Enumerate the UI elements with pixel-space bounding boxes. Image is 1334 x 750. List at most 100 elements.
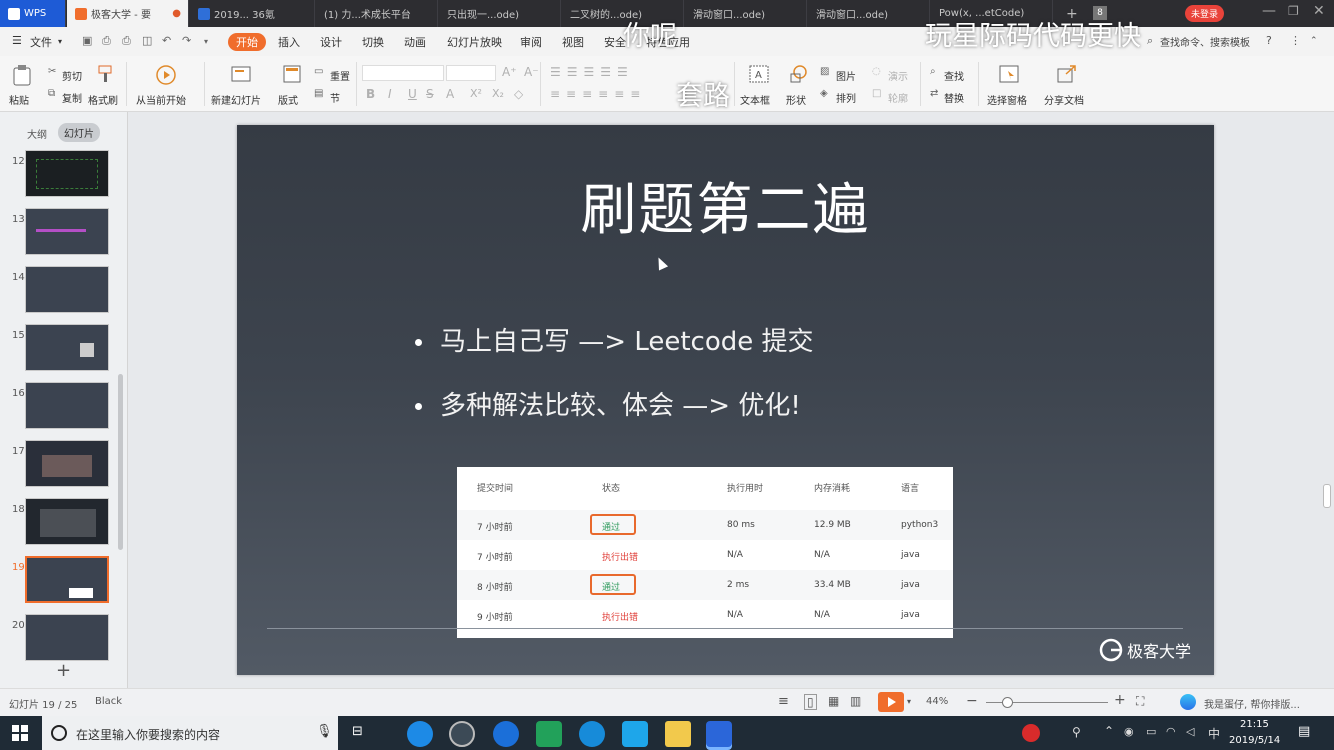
new-slide-button[interactable]: 新建幻灯片: [211, 92, 261, 107]
tab-web[interactable]: 滑动窗口...ode): [808, 0, 930, 27]
layout-button[interactable]: 版式: [278, 92, 298, 107]
font-color-icon[interactable]: A: [446, 87, 454, 101]
undo-icon[interactable]: ↶: [162, 34, 171, 47]
minimize-icon[interactable]: —: [1262, 3, 1276, 19]
decrease-font-icon[interactable]: A⁻: [524, 65, 539, 79]
wifi-icon[interactable]: ◠: [1166, 725, 1176, 738]
find-button[interactable]: 查找: [944, 68, 964, 83]
increase-font-icon[interactable]: A⁺: [502, 65, 517, 79]
print-icon[interactable]: ⎙: [122, 34, 131, 48]
assistant-avatar-icon[interactable]: [1180, 694, 1196, 710]
notes-icon[interactable]: ≡: [778, 694, 789, 709]
command-search-input[interactable]: 查找命令、搜索模板: [1160, 34, 1250, 49]
menu-file[interactable]: 文件: [30, 34, 52, 50]
normal-view-icon[interactable]: ▯: [804, 694, 817, 710]
qq-browser-icon[interactable]: [407, 721, 433, 747]
menu-insert[interactable]: 插入: [278, 34, 300, 50]
menu-start[interactable]: 开始: [228, 33, 266, 51]
copy-button[interactable]: 复制: [62, 90, 82, 105]
submission-table-image[interactable]: 提交时间 状态 执行用时 内存消耗 语言 7 小时前 通过 80 ms 12.9…: [457, 467, 953, 638]
cloud-drive-icon[interactable]: [622, 721, 648, 747]
reading-view-icon[interactable]: ▥: [850, 694, 861, 708]
file-explorer-icon[interactable]: [665, 721, 691, 747]
slide-title[interactable]: 刷题第二遍: [237, 165, 1214, 246]
microphone-icon[interactable]: 🎙: [316, 724, 333, 739]
slide-thumbnail-13[interactable]: [25, 208, 109, 255]
pycharm-icon[interactable]: [536, 721, 562, 747]
slide-canvas[interactable]: 刷题第二遍 马上自己写 —> Leetcode 提交 多种解法比较、体会 —> …: [237, 125, 1214, 675]
menu-design[interactable]: 设计: [320, 34, 342, 50]
style-button[interactable]: 演示: [888, 68, 908, 83]
shape-button[interactable]: 形状: [786, 92, 806, 107]
customize-chevron-icon[interactable]: ▾: [204, 37, 208, 46]
tray-icon[interactable]: ▭: [1146, 725, 1156, 738]
paste-icon[interactable]: [12, 64, 32, 86]
tab-doc[interactable]: 2019... 36氪: [190, 0, 315, 27]
more-icon[interactable]: ⋮: [1290, 34, 1301, 47]
subscript-icon[interactable]: X₂: [492, 87, 504, 100]
tab-close-icon[interactable]: ●: [172, 8, 181, 19]
textbox-button[interactable]: 文本框: [740, 92, 770, 107]
slide-thumbnail-20[interactable]: [25, 614, 109, 661]
slide-thumbnail-16[interactable]: [25, 382, 109, 429]
wps-taskbar-icon[interactable]: [706, 721, 732, 747]
play-slideshow-button[interactable]: [878, 692, 904, 712]
italic-icon[interactable]: I: [388, 87, 392, 101]
font-family-select[interactable]: [362, 65, 444, 81]
share-document-button[interactable]: 分享文档: [1044, 92, 1084, 107]
zoom-in-icon[interactable]: +: [1114, 692, 1126, 708]
slide-thumbnail-17[interactable]: [25, 440, 109, 487]
superscript-icon[interactable]: X²: [470, 87, 482, 100]
taskbar-search-box[interactable]: 在这里输入你要搜索的内容 🎙: [42, 716, 338, 750]
assistant-text[interactable]: 我是蛋仔, 帮你排版...: [1204, 696, 1300, 711]
cut-button[interactable]: 剪切: [62, 68, 82, 83]
reset-button[interactable]: 重置: [330, 68, 350, 83]
font-size-select[interactable]: [446, 65, 496, 81]
format-painter-button[interactable]: 格式刷: [88, 92, 118, 107]
slide-thumbnail-19-selected[interactable]: [25, 556, 109, 603]
tab-web[interactable]: (1) 力...术成长平台: [316, 0, 438, 27]
alignment-tools-icon[interactable]: ≡≡≡≡≡≡: [550, 87, 646, 101]
slides-tab[interactable]: 幻灯片: [58, 123, 100, 142]
wechat-tray-icon[interactable]: ◉: [1124, 725, 1134, 738]
baidu-netdisk-icon[interactable]: [493, 721, 519, 747]
save-icon[interactable]: ▣: [82, 34, 92, 47]
hamburger-icon[interactable]: ☰: [12, 34, 22, 47]
menu-transition[interactable]: 切换: [362, 34, 384, 50]
clock-time[interactable]: 21:15: [1240, 719, 1269, 730]
clock-date[interactable]: 2019/5/14: [1229, 735, 1280, 746]
export-icon[interactable]: ⎙: [102, 34, 111, 48]
menu-slideshow[interactable]: 幻灯片放映: [447, 34, 502, 50]
plus-icon[interactable]: +: [56, 660, 71, 681]
volume-icon[interactable]: ◁: [1186, 725, 1194, 738]
outline-button[interactable]: 轮廓: [888, 90, 908, 105]
panel-scrollbar[interactable]: [118, 374, 123, 550]
bold-icon[interactable]: B: [366, 87, 375, 101]
bullet-item[interactable]: 多种解法比较、体会 —> 优化!: [415, 385, 801, 422]
underline-icon[interactable]: U: [408, 87, 417, 101]
chevron-down-icon[interactable]: ▾: [58, 37, 62, 46]
tab-web[interactable]: 滑动窗口...ode): [685, 0, 807, 27]
paragraph-tools-icon[interactable]: ☰☰☰☰☰: [550, 65, 634, 79]
slide-sorter-icon[interactable]: ▦: [828, 694, 839, 708]
replace-button[interactable]: 替换: [944, 90, 964, 105]
ime-indicator[interactable]: 中: [1208, 725, 1220, 742]
arrange-button[interactable]: 排列: [836, 90, 856, 105]
slide-thumbnail-12[interactable]: [25, 150, 109, 197]
preview-icon[interactable]: ◫: [142, 34, 152, 47]
chevron-down-icon[interactable]: ▾: [907, 697, 911, 706]
help-icon[interactable]: ?: [1266, 34, 1272, 47]
tray-app-icon[interactable]: [1022, 724, 1040, 742]
outline-tab[interactable]: 大纲: [27, 126, 47, 141]
redo-icon[interactable]: ↷: [182, 34, 191, 47]
fit-window-icon[interactable]: ⛶: [1136, 694, 1144, 709]
collapse-ribbon-icon[interactable]: ⌃: [1310, 36, 1318, 46]
app-icon[interactable]: [579, 721, 605, 747]
right-scroll-handle[interactable]: [1323, 484, 1331, 508]
close-window-icon[interactable]: ✕: [1313, 3, 1325, 19]
restore-icon[interactable]: ❐: [1288, 4, 1299, 18]
menu-animation[interactable]: 动画: [404, 34, 426, 50]
tab-active-presentation[interactable]: 极客大学 - 要 ●: [67, 0, 189, 27]
app-icon[interactable]: [449, 721, 475, 747]
menu-review[interactable]: 审阅: [520, 34, 542, 50]
